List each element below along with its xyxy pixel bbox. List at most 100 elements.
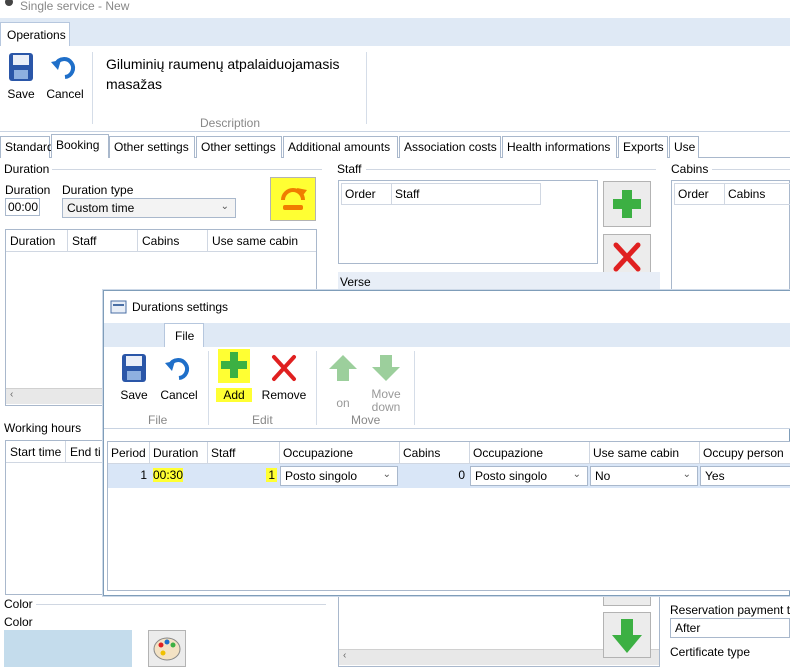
- dialog-remove-button[interactable]: Remove: [260, 353, 308, 402]
- duration-input[interactable]: 00:00: [5, 198, 40, 216]
- ribbon-body: Save Cancel Giluminių raumenų atpalaiduo…: [0, 46, 790, 132]
- dialog-cancel-button[interactable]: Cancel: [158, 353, 200, 402]
- dialog-ribbon-tab-strip: File: [104, 323, 790, 347]
- ribbon-separator: [414, 351, 415, 425]
- verse-label: Verse: [340, 275, 371, 289]
- save-button[interactable]: Save: [4, 52, 38, 101]
- tab-exports[interactable]: Exports: [618, 136, 668, 158]
- col-header-period: Period: [108, 442, 150, 464]
- scroll-left-icon[interactable]: ‹: [10, 389, 13, 400]
- dialog-add-button[interactable]: Add: [216, 349, 252, 402]
- cabins-grid: Order Cabins: [671, 180, 790, 290]
- ribbon-tab-operations[interactable]: Operations: [0, 22, 70, 46]
- staff-section-title: Staff: [337, 162, 362, 176]
- cell-occupazione-2-select[interactable]: Posto singolo ⌄: [470, 466, 588, 486]
- ribbon-separator: [92, 52, 93, 124]
- section-divider: [712, 169, 790, 170]
- tab-booking[interactable]: Booking: [51, 134, 109, 158]
- dialog-move-up-button[interactable]: on: [326, 353, 360, 410]
- working-hours-grid-header: Start time End ti: [6, 441, 104, 463]
- dialog-save-button[interactable]: Save: [118, 353, 150, 402]
- tab-additional-amounts[interactable]: Additional amounts: [283, 136, 398, 158]
- add-staff-button[interactable]: [603, 181, 651, 227]
- duration-type-label: Duration type: [62, 183, 134, 197]
- chevron-down-icon: ⌄: [220, 201, 229, 212]
- col-header: Start time: [6, 441, 66, 462]
- table-row[interactable]: 1 00:30 1 Posto singolo ⌄ 0 Posto singolo…: [108, 464, 790, 488]
- color-swatch[interactable]: [4, 630, 132, 667]
- window-title: Single service - New: [20, 0, 130, 13]
- staff-grid-header: Order Staff: [341, 183, 541, 205]
- durations-settings-dialog: Durations settings File Save Cancel File: [103, 290, 790, 596]
- window-title-bar: Single service - New: [0, 0, 790, 18]
- durations-grid: Period Duration Staff Occupazione Cabins…: [107, 441, 790, 591]
- color-section-title: Color: [4, 597, 33, 611]
- move-down-staff-button[interactable]: [603, 612, 651, 658]
- chevron-down-icon: ⌄: [682, 469, 691, 480]
- refresh-orange-icon: [281, 188, 307, 210]
- ribbon-separator: [316, 351, 317, 425]
- dialog-move-down-button[interactable]: Move down: [366, 353, 406, 414]
- ribbon-separator: [208, 351, 209, 425]
- cell-occupazione-select[interactable]: Posto singolo ⌄: [280, 466, 398, 486]
- cell-occupy-person-select[interactable]: Yes: [700, 466, 790, 486]
- tab-use[interactable]: Use: [669, 136, 699, 158]
- reservation-payment-label: Reservation payment ty: [670, 603, 790, 617]
- scroll-left-icon[interactable]: ‹: [343, 650, 346, 661]
- col-header-occupazione: Occupazione: [280, 442, 400, 464]
- working-hours-grid: Start time End ti: [5, 440, 105, 595]
- cell-cabins[interactable]: 0: [400, 464, 468, 488]
- tab-health-informations[interactable]: Health informations: [502, 136, 617, 158]
- cell-duration[interactable]: 00:30: [150, 464, 208, 488]
- floppy-disk-icon: [122, 354, 146, 382]
- col-header: Cabins: [728, 187, 766, 201]
- chevron-down-icon: ⌄: [382, 469, 391, 480]
- tab-other-settings-2[interactable]: Other settings: [196, 136, 282, 158]
- x-red-icon: [272, 355, 296, 381]
- palette-icon: [153, 637, 181, 661]
- col-header-occupazione-2: Occupazione: [470, 442, 590, 464]
- cabins-grid-header: Order Cabins: [674, 183, 790, 205]
- dialog-title-bar: Durations settings: [104, 291, 790, 323]
- arrow-down-disabled-icon: [372, 355, 400, 381]
- plus-green-icon: [218, 349, 250, 383]
- durations-settings-button[interactable]: [270, 177, 316, 221]
- move-up-button[interactable]: [603, 596, 651, 606]
- dialog-tab-file[interactable]: File: [164, 323, 204, 347]
- cell-use-same-cabin-select[interactable]: No ⌄: [590, 466, 698, 486]
- certificate-type-label: Certificate type: [670, 645, 751, 659]
- reservation-payment-select[interactable]: After: [670, 618, 790, 638]
- col-header: Staff: [395, 187, 420, 201]
- color-picker-button[interactable]: [148, 630, 186, 667]
- service-description: Giluminių raumenų atpalaiduojamasis masa…: [106, 56, 340, 92]
- col-header: Order: [675, 184, 725, 204]
- arrow-up-disabled-icon: [329, 355, 357, 381]
- duration-label: Duration: [5, 183, 51, 197]
- move-group-label: Move: [351, 413, 381, 427]
- cabins-section-title: Cabins: [671, 162, 709, 176]
- col-header-use-same-cabin: Use same cabin: [590, 442, 700, 464]
- col-header-cabins: Cabins: [400, 442, 470, 464]
- tab-other-settings-1[interactable]: Other settings: [109, 136, 195, 158]
- cancel-button[interactable]: Cancel: [44, 52, 86, 101]
- edit-group-label: Edit: [252, 413, 273, 427]
- file-group-label: File: [148, 413, 168, 427]
- duration-grid-header: Duration Staff Cabins Use same cabin: [6, 230, 316, 252]
- verse-header-bar: [338, 272, 660, 292]
- section-divider: [366, 169, 656, 170]
- cell-period: 1: [140, 468, 147, 482]
- col-header: Order: [342, 184, 392, 204]
- tab-association-costs[interactable]: Association costs: [399, 136, 501, 158]
- dialog-window-icon: [110, 300, 127, 314]
- col-header-duration: Duration: [150, 442, 208, 464]
- col-header: Duration: [6, 230, 68, 251]
- col-header: Cabins: [138, 230, 208, 251]
- tab-standard[interactable]: Standard: [0, 136, 54, 158]
- duration-type-select[interactable]: Custom time ⌄: [62, 198, 236, 218]
- description-group-label: Description: [200, 116, 261, 130]
- col-header: End ti: [70, 445, 101, 459]
- cell-staff[interactable]: 1: [208, 464, 280, 488]
- ribbon-separator: [366, 52, 367, 124]
- floppy-disk-icon: [9, 53, 33, 81]
- section-divider: [52, 169, 322, 170]
